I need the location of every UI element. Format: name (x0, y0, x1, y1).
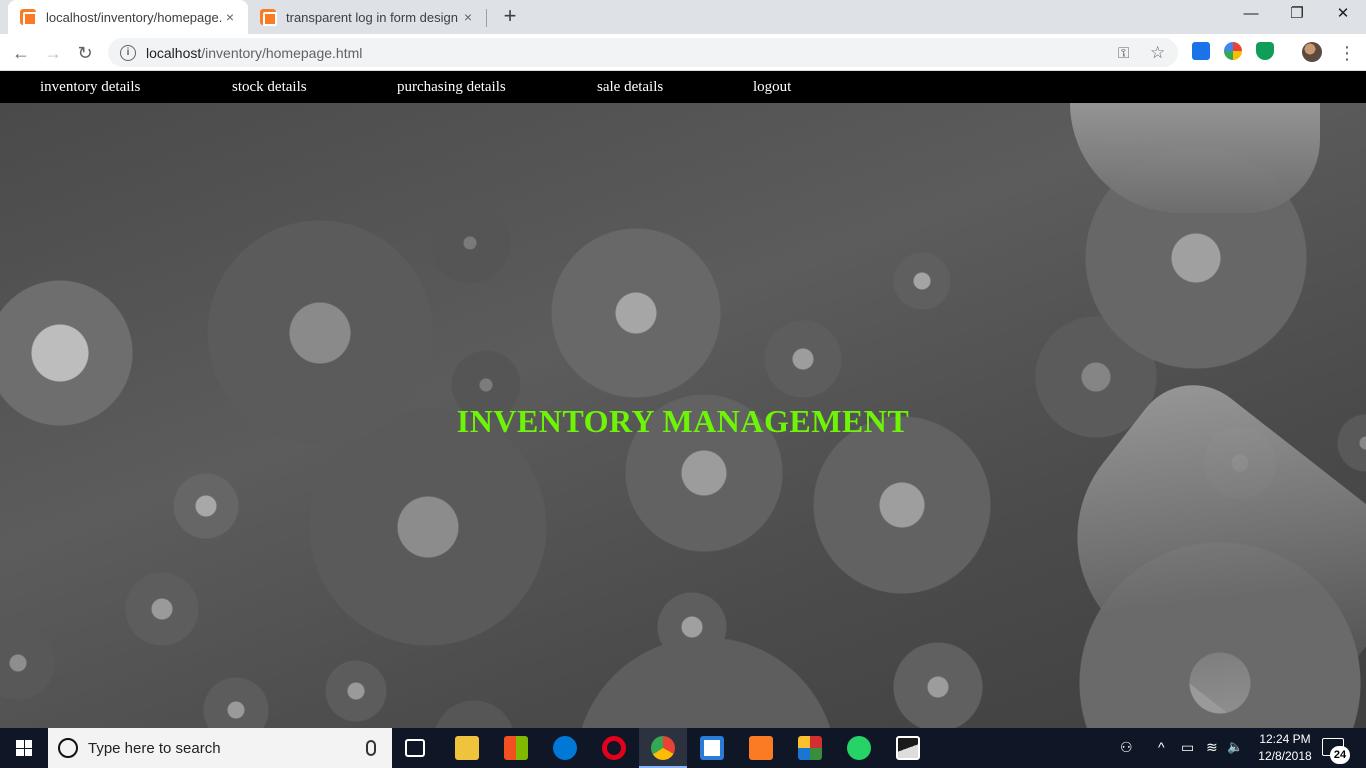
chrome-menu-icon[interactable]: ⋮ (1334, 40, 1360, 66)
microphone-icon[interactable] (366, 740, 376, 756)
whatsapp-icon[interactable] (847, 736, 871, 760)
url-path: /inventory/homepage.html (201, 44, 363, 61)
start-button[interactable] (0, 728, 48, 768)
forward-button[interactable]: → (40, 40, 66, 66)
opera-icon[interactable] (602, 736, 626, 760)
battery-icon[interactable]: ▭ (1181, 739, 1194, 756)
nav-logout[interactable]: logout (753, 79, 791, 96)
nav-inventory-details[interactable]: inventory details (40, 79, 140, 96)
key-icon[interactable]: ⚿ (1118, 45, 1129, 62)
microsoft-store-icon[interactable] (504, 736, 528, 760)
nav-stock-details[interactable]: stock details (232, 79, 307, 96)
close-tab-icon[interactable]: × (222, 9, 238, 25)
minimize-button[interactable]: — (1228, 0, 1274, 30)
site-navbar: inventory details stock details purchasi… (0, 71, 1366, 103)
xampp-icon[interactable] (749, 736, 773, 760)
photos-icon[interactable] (896, 736, 920, 760)
site-info-icon[interactable]: i (120, 44, 136, 61)
taskbar-clock[interactable]: 12:24 PM 12/8/2018 (1250, 731, 1320, 765)
tab-title: localhost/inventory/homepage.h (46, 9, 222, 25)
profile-avatar[interactable] (1302, 42, 1322, 62)
xampp-favicon-icon (260, 9, 277, 26)
extension-search-icon[interactable] (1192, 42, 1210, 60)
clock-time: 12:24 PM (1259, 732, 1311, 746)
search-placeholder: Type here to search (88, 739, 221, 757)
extension-color-icon[interactable] (1224, 42, 1242, 60)
page-viewport: inventory details stock details purchasi… (0, 71, 1366, 728)
address-bar[interactable]: i localhost/inventory/homepage.html ⚿ ☆ (108, 38, 1178, 67)
nav-sale-details[interactable]: sale details (597, 79, 663, 96)
people-icon[interactable]: ⚇ (1120, 739, 1133, 756)
volume-icon[interactable]: 🔈 (1227, 739, 1243, 755)
chrome-icon[interactable] (651, 736, 675, 760)
clock-date: 12/8/2018 (1258, 749, 1312, 763)
tab-title: transparent log in form design (286, 9, 458, 25)
page-title: INVENTORY MANAGEMENT (456, 403, 910, 439)
back-button[interactable]: ← (8, 40, 34, 66)
browser-toolbar: ← → ↻ i localhost/inventory/homepage.htm… (0, 34, 1366, 71)
reload-button[interactable]: ↻ (72, 40, 98, 66)
windows-taskbar: Type here to search ⚇ ^ ▭ ≋ 🔈 12:24 PM 1… (0, 728, 1366, 768)
windows-logo-icon (16, 740, 32, 756)
file-explorer-icon[interactable] (455, 736, 479, 760)
wifi-icon[interactable]: ≋ (1206, 739, 1218, 756)
tab-homepage[interactable]: localhost/inventory/homepage.h × (8, 0, 248, 34)
url-text: localhost/inventory/homepage.html (146, 45, 362, 61)
nav-purchasing-details[interactable]: purchasing details (397, 79, 506, 96)
url-host: localhost (146, 44, 202, 61)
extension-shield-icon[interactable] (1256, 42, 1274, 60)
taskbar-search-box[interactable]: Type here to search (48, 728, 392, 768)
tab-login-form[interactable]: transparent log in form design × (248, 0, 486, 34)
cortana-icon (58, 738, 78, 758)
winrar-icon[interactable] (798, 736, 822, 760)
bookmark-star-icon[interactable]: ☆ (1150, 43, 1165, 63)
new-tab-button[interactable]: + (498, 5, 522, 29)
task-view-icon[interactable] (405, 739, 425, 757)
close-tab-icon[interactable]: × (460, 9, 476, 25)
notification-count-badge: 24 (1330, 746, 1350, 764)
tab-separator (486, 9, 487, 27)
browser-tab-strip: localhost/inventory/homepage.h × transpa… (0, 0, 1366, 34)
brackets-icon[interactable] (700, 736, 724, 760)
show-hidden-icons-chevron-icon[interactable]: ^ (1158, 739, 1165, 755)
maximize-button[interactable]: ❐ (1274, 0, 1320, 30)
edge-icon[interactable] (553, 736, 577, 760)
xampp-favicon-icon (20, 9, 37, 26)
window-close-button[interactable]: ✕ (1320, 0, 1366, 30)
